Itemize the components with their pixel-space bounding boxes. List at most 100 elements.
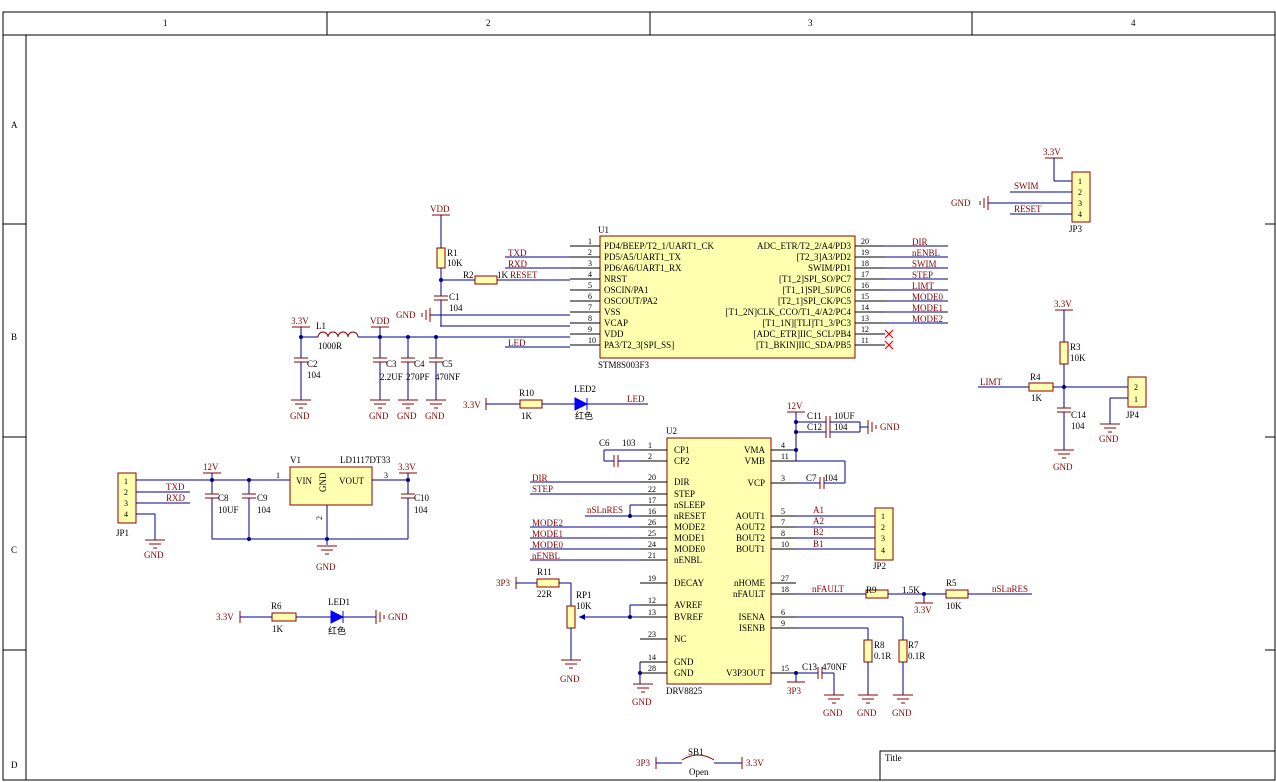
net-nenbl-u1: nENBL: [912, 248, 940, 258]
u2-pin-14-number-14: 14: [648, 653, 656, 662]
zone-row-d: D: [11, 760, 18, 770]
u2-pin-28-number-15: 28: [648, 664, 656, 673]
p3p3-u2: 3P3: [787, 686, 802, 696]
gnd-v1: GND: [316, 562, 336, 572]
u1-part: STM8S003F3: [598, 360, 650, 370]
r4-ref: R4: [1030, 372, 1041, 382]
u1-pin-1-number: 1: [588, 237, 592, 246]
u1-pin-10-name: PA3/T2_3[SPI_SS]: [604, 340, 674, 350]
sb1-ref: SB1: [688, 747, 704, 757]
u2-pin-1-number-0: 1: [648, 441, 652, 450]
c3-ref: C3: [386, 359, 397, 369]
u2-pin-27-number: 27: [781, 574, 789, 583]
v1-vin: VIN: [296, 476, 312, 486]
u1-pin-14-number: 14: [861, 303, 869, 312]
u1-pin-15-name: [T2_1]SPI_CK/PC5: [778, 296, 852, 306]
u1-pin-6-name: OSCOUT/PA2: [604, 296, 658, 306]
c13-ref: C13: [802, 662, 818, 672]
net-step-u2: STEP: [532, 484, 553, 494]
r10-val: 1K: [521, 411, 533, 421]
rp1-ref: RP1: [576, 590, 592, 600]
r1-ref: R1: [447, 248, 458, 258]
rp1-val: 10K: [576, 601, 592, 611]
jp1-pin2: 2: [124, 488, 128, 497]
gnd-c5: GND: [425, 411, 445, 421]
u2-pin-23-number-13: 23: [648, 630, 656, 639]
u1-pin-13-name: [T1_1N][TLI]T1_3/PC3: [763, 318, 852, 328]
u2-part: DRV8825: [666, 686, 703, 696]
r5-ref: R5: [946, 578, 957, 588]
jp1-pin1: 1: [124, 477, 128, 486]
schematic-sheet: 1 2 3 4 A B C D Title U1 STM8S003F3 1 PD4…: [2, 11, 1276, 781]
r11-ref: R11: [537, 567, 552, 577]
r4-val: 1K: [1031, 393, 1043, 403]
u2-pin-22-name-3: STEP: [674, 489, 695, 499]
r6-val: 1K: [272, 624, 284, 634]
gnd-jp3: GND: [951, 198, 971, 208]
gnd-r8: GND: [857, 708, 877, 718]
jp2-pin2: 2: [881, 523, 885, 532]
c10-ref: C10: [414, 493, 430, 503]
u1-pin-9-name: VDD: [604, 329, 624, 339]
u1-pin-3-number: 3: [588, 259, 592, 268]
u1-pin-6-number: 6: [588, 292, 592, 301]
u2-pin-13-name-12: BVREF: [674, 612, 703, 622]
c5-ref: C5: [442, 359, 453, 369]
c12-ref: C12: [807, 422, 822, 432]
u2-pin-26-name-6: MODE2: [674, 522, 705, 532]
zone-row-a: A: [11, 120, 18, 130]
u1-pin-15-number: 15: [861, 292, 869, 301]
led2-val: 红色: [575, 410, 593, 421]
u2-pin-5-name: AOUT1: [736, 511, 766, 521]
c1-ref: C1: [449, 292, 460, 302]
r2-val: 1K: [497, 270, 509, 280]
u2-pin-20-number-2: 20: [648, 473, 656, 482]
net-swim-u1: SWIM: [912, 259, 937, 269]
net-led-led2: LED: [627, 394, 645, 404]
v33-sb1: 3.3V: [746, 758, 764, 768]
net-dir-u1: DIR: [912, 237, 928, 247]
u1-pin-19-name: [T2_3]A3/PD2: [797, 252, 852, 262]
u2-pin-5-number: 5: [781, 507, 785, 516]
r2-resistor: [474, 275, 498, 285]
u2-ref: U2: [666, 426, 677, 436]
u2-pin-15-number: 15: [781, 664, 789, 673]
net-nslnres-u2: nSLnRES: [587, 505, 623, 515]
c13-val: 470NF: [822, 662, 847, 672]
c9-val: 104: [257, 505, 271, 515]
u1-pin-4-name: NRST: [604, 274, 628, 284]
net-b2: B2: [813, 527, 824, 537]
r6-ref: R6: [271, 601, 282, 611]
c2-ref: C2: [307, 359, 318, 369]
u1-pin-11-name: [T1_BKIN]IIC_SDA/PB5: [756, 340, 852, 350]
net-a2: A2: [813, 516, 824, 526]
jp1-ref: JP1: [116, 528, 129, 538]
rp1-potentiometer: [566, 605, 576, 629]
p3p3-sb1: 3P3: [636, 758, 651, 768]
u1-pin-1-name: PD4/BEEP/T2_1/UART1_CK: [604, 241, 714, 251]
u1-pin-5-name: OSCIN/PA1: [604, 285, 649, 295]
net-b1: B1: [813, 539, 824, 549]
u2-pin-2-number-1: 2: [648, 452, 652, 461]
v1-pin3: 3: [384, 471, 388, 480]
r9-ref: R9: [866, 585, 877, 595]
net-txd-jp1: TXD: [166, 482, 185, 492]
v33-jp3: 3.3V: [1043, 147, 1061, 157]
c11-ref: C11: [807, 411, 822, 421]
v33-v1: 3.3V: [398, 462, 416, 472]
u2-pin-20-name-2: DIR: [674, 477, 690, 487]
jp3-pin1: 1: [1078, 177, 1082, 186]
r2-ref: R2: [463, 270, 474, 280]
r7-resistor: [898, 639, 908, 663]
v1-gnd: GND: [318, 472, 328, 492]
u1-pin-20-number: 20: [861, 237, 869, 246]
jp3-ref: JP3: [1069, 224, 1083, 234]
v1-ref: V1: [290, 455, 301, 465]
led1-val: 红色: [328, 625, 346, 636]
u1-pin-19-number: 19: [861, 248, 869, 257]
u2-pin-21-name-9: nENBL: [674, 555, 702, 565]
u2-pin-25-number-7: 25: [648, 529, 656, 538]
c4-ref: C4: [414, 359, 425, 369]
v12-v1: 12V: [203, 462, 219, 472]
c6-val: 103: [622, 438, 636, 448]
